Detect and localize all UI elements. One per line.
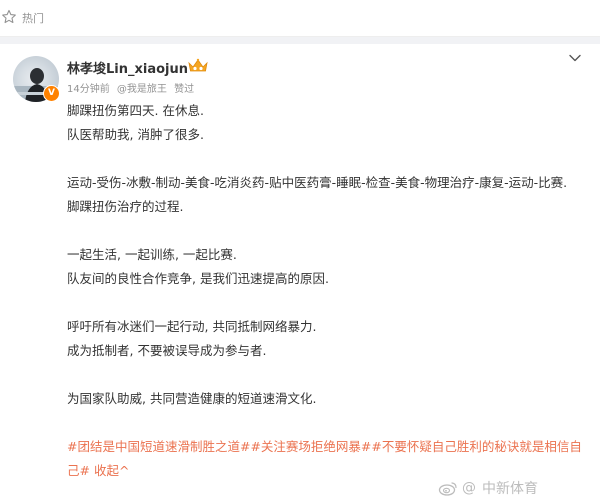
chevron-down-icon[interactable] xyxy=(567,50,583,66)
post-source[interactable]: @我是旅王 xyxy=(117,84,167,95)
vip-crown-icon[interactable] xyxy=(187,58,209,74)
weibo-logo-icon xyxy=(438,482,457,496)
liked-label: 赞过 xyxy=(174,84,195,95)
hot-star-icon xyxy=(2,9,16,24)
watermark-at: @ xyxy=(462,480,476,496)
post-line: 成为抵制者, 不要被误导成为参与者. xyxy=(67,343,267,358)
post-line: 一起生活, 一起训练, 一起比赛. xyxy=(67,247,237,262)
post-line: 队医帮助我, 消肿了很多. xyxy=(67,127,204,142)
hashtag-link[interactable]: #团结是中国短道速滑制胜之道# xyxy=(67,439,250,454)
post-card: V 林孝埈Lin_xiaojun 14分钟前 @我是旅王 赞过 脚踝扭伤第四天.… xyxy=(0,44,600,504)
hot-label: 热门 xyxy=(22,12,44,25)
post-time[interactable]: 14分钟前 xyxy=(67,84,110,95)
post-line: 队友间的良性合作竞争, 是我们迅速提高的原因. xyxy=(67,271,329,286)
post-content: 脚踝扭伤第四天. 在休息. 队医帮助我, 消肿了很多. 运动-受伤-冰敷-制动-… xyxy=(67,99,587,483)
post-meta: 14分钟前 @我是旅王 赞过 xyxy=(67,80,198,95)
author-name[interactable]: 林孝埈Lin_xiaojun xyxy=(67,58,188,77)
watermark: @ 中新体育 xyxy=(438,477,538,499)
hashtag-line: #团结是中国短道速滑制胜之道##关注赛场拒绝网暴##不要怀疑自己胜利的秘诀就是相… xyxy=(67,435,587,483)
post-line: 呼吁所有冰迷们一起行动, 共同抵制网络暴力. xyxy=(67,319,317,334)
post-line: 脚踝扭伤第四天. 在休息. xyxy=(67,103,204,118)
hot-bar: 热门 xyxy=(0,0,600,37)
collapse-button[interactable]: 收起^ xyxy=(94,463,129,478)
hashtag-link[interactable]: #关注赛场拒绝网暴# xyxy=(250,439,371,454)
post-line: 运动-受伤-冰敷-制动-美食-吃消炎药-贴中医药膏-睡眠-检查-美食-物理治疗-… xyxy=(67,175,568,190)
watermark-text: 中新体育 xyxy=(482,481,538,497)
post-line: 为国家队助威, 共同营造健康的短道速滑文化. xyxy=(67,391,317,406)
verified-badge: V xyxy=(43,85,60,102)
post-line: 脚踝扭伤治疗的过程. xyxy=(67,199,184,214)
